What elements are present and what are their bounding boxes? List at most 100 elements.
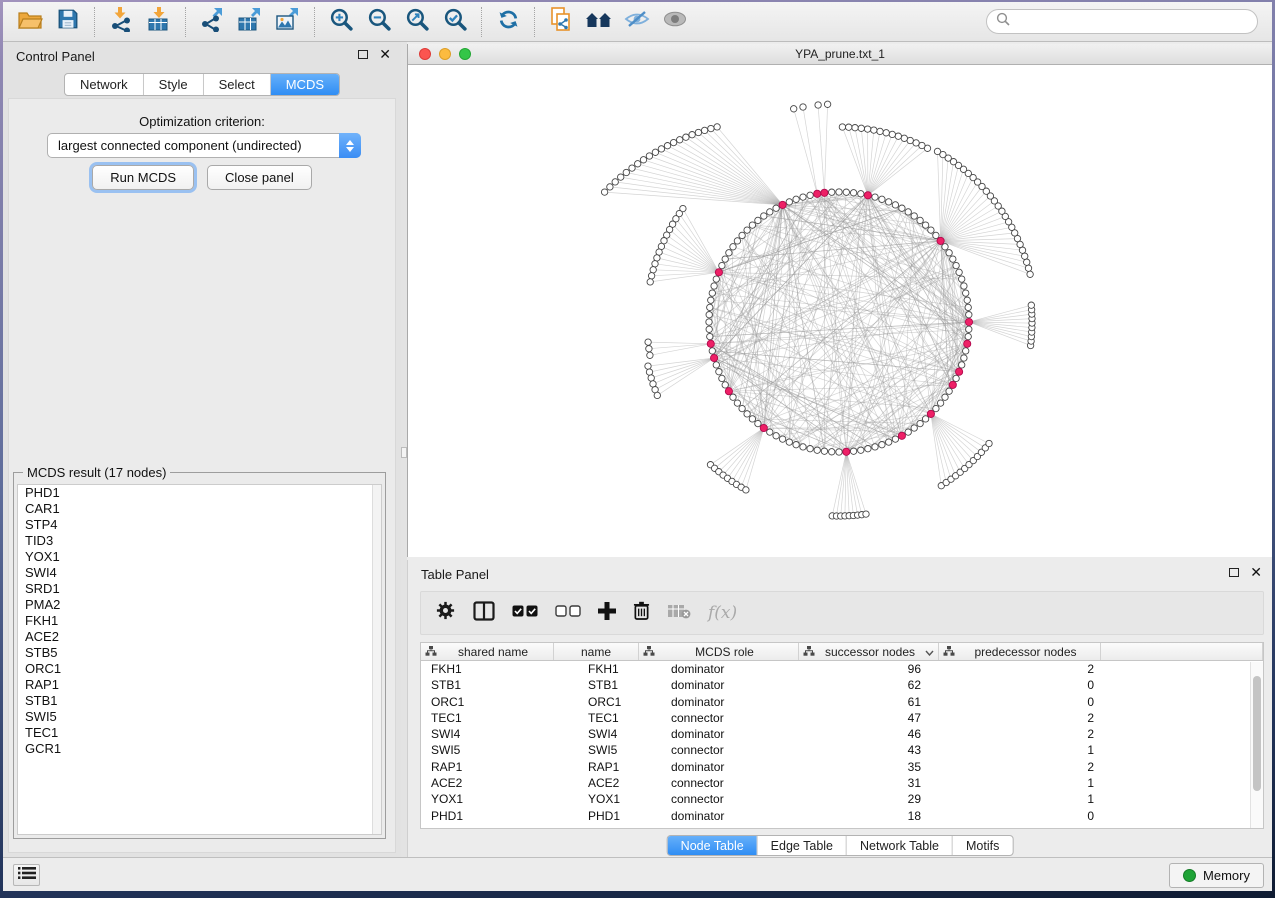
mcds-hub-node[interactable] (707, 340, 714, 347)
network-node[interactable] (767, 429, 773, 435)
cell-mcds-role[interactable]: dominator (639, 726, 799, 742)
network-node[interactable] (722, 256, 728, 262)
network-node[interactable] (786, 439, 792, 445)
network-node[interactable] (773, 433, 779, 439)
network-node[interactable] (886, 199, 892, 205)
cell-shared-name[interactable]: TEC1 (421, 710, 554, 726)
show-all-button[interactable] (656, 5, 694, 39)
log-console-button[interactable] (13, 864, 40, 886)
cell-successor-nodes[interactable]: 18 (799, 808, 939, 824)
network-node[interactable] (719, 375, 725, 381)
network-node[interactable] (933, 405, 939, 411)
network-node[interactable] (821, 448, 827, 454)
cell-predecessor-nodes[interactable]: 2 (939, 710, 1101, 726)
network-node[interactable] (683, 134, 689, 140)
network-node[interactable] (886, 439, 892, 445)
network-node[interactable] (646, 153, 652, 159)
network-node[interactable] (959, 362, 965, 368)
network-node[interactable] (892, 436, 898, 442)
network-node[interactable] (1028, 302, 1034, 308)
network-node[interactable] (850, 448, 856, 454)
network-node[interactable] (879, 442, 885, 448)
network-node[interactable] (937, 400, 943, 406)
mcds-result-node[interactable]: PHD1 (18, 485, 381, 501)
tab-style[interactable]: Style (144, 74, 204, 95)
network-node[interactable] (744, 411, 750, 417)
cell-name[interactable]: RAP1 (554, 759, 639, 775)
network-node[interactable] (895, 133, 901, 139)
function-builder-button[interactable]: f(x) (708, 603, 737, 623)
network-node[interactable] (911, 213, 917, 219)
cell-mcds-role[interactable]: connector (639, 791, 799, 807)
network-node[interactable] (800, 444, 806, 450)
network-node[interactable] (961, 355, 967, 361)
mcds-result-node[interactable]: PMA2 (18, 597, 381, 613)
list-scrollbar[interactable] (372, 485, 381, 834)
network-node[interactable] (739, 232, 745, 238)
network-node[interactable] (961, 283, 967, 289)
tab-select[interactable]: Select (204, 74, 271, 95)
network-node[interactable] (964, 297, 970, 303)
cell-predecessor-nodes[interactable]: 1 (939, 742, 1101, 758)
table-row[interactable]: YOX1YOX1connector291 (421, 791, 1263, 807)
network-node[interactable] (730, 394, 736, 400)
network-node[interactable] (807, 192, 813, 198)
import-table-button[interactable] (140, 5, 178, 39)
cell-predecessor-nodes[interactable]: 0 (939, 808, 1101, 824)
scrollbar-thumb[interactable] (1253, 676, 1261, 791)
network-node[interactable] (966, 326, 972, 332)
network-node[interactable] (850, 190, 856, 196)
network-node[interactable] (744, 227, 750, 233)
network-node[interactable] (1022, 253, 1028, 259)
tab-node-table[interactable]: Node Table (668, 836, 758, 855)
network-node[interactable] (824, 101, 830, 107)
network-node[interactable] (911, 425, 917, 431)
network-node[interactable] (652, 261, 658, 267)
network-node[interactable] (956, 269, 962, 275)
mcds-hub-node[interactable] (927, 410, 934, 417)
network-node[interactable] (779, 436, 785, 442)
export-network-button[interactable] (193, 5, 231, 39)
network-node[interactable] (879, 196, 885, 202)
toggle-column-view-button[interactable] (473, 601, 495, 626)
cell-mcds-role[interactable]: dominator (639, 808, 799, 824)
cell-predecessor-nodes[interactable]: 2 (939, 759, 1101, 775)
mcds-result-node[interactable]: STB5 (18, 645, 381, 661)
cell-successor-nodes[interactable]: 46 (799, 726, 939, 742)
mcds-result-node[interactable]: TID3 (18, 533, 381, 549)
mcds-result-node[interactable]: SWI5 (18, 709, 381, 725)
mcds-hub-node[interactable] (898, 432, 905, 439)
table-row[interactable]: RAP1RAP1dominator352 (421, 759, 1263, 775)
save-session-button[interactable] (49, 5, 87, 39)
cell-successor-nodes[interactable]: 35 (799, 759, 939, 775)
mcds-hub-node[interactable] (964, 340, 971, 347)
mcds-hub-node[interactable] (814, 190, 821, 197)
network-node[interactable] (846, 124, 852, 130)
mcds-result-node[interactable]: FKH1 (18, 613, 381, 629)
zoom-out-button[interactable] (360, 5, 398, 39)
network-node[interactable] (953, 262, 959, 268)
network-node[interactable] (901, 135, 907, 141)
network-node[interactable] (647, 352, 653, 358)
network-node[interactable] (946, 250, 952, 256)
network-node[interactable] (708, 125, 714, 131)
cell-mcds-role[interactable]: connector (639, 775, 799, 791)
cell-shared-name[interactable]: ORC1 (421, 694, 554, 710)
mcds-hub-node[interactable] (864, 192, 871, 199)
close-panel-button[interactable]: Close panel (207, 165, 312, 190)
network-node[interactable] (905, 209, 911, 215)
network-node[interactable] (654, 255, 660, 261)
table-row[interactable]: SWI5SWI5connector431 (421, 742, 1263, 758)
network-node[interactable] (829, 449, 835, 455)
network-canvas[interactable] (408, 65, 1272, 557)
mcds-result-node[interactable]: ACE2 (18, 629, 381, 645)
network-node[interactable] (950, 256, 956, 262)
network-node[interactable] (800, 194, 806, 200)
network-node[interactable] (648, 375, 654, 381)
network-node[interactable] (815, 102, 821, 108)
cell-predecessor-nodes[interactable]: 0 (939, 677, 1101, 693)
network-node[interactable] (645, 339, 651, 345)
network-node[interactable] (922, 416, 928, 422)
network-node[interactable] (640, 157, 646, 163)
network-node[interactable] (677, 137, 683, 143)
